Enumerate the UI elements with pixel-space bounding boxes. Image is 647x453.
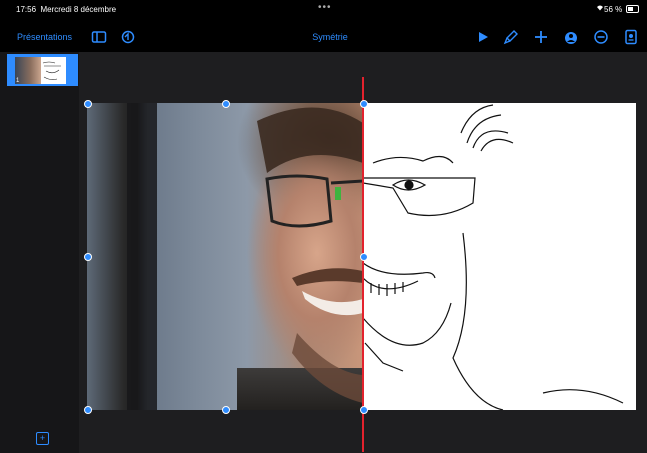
face-photo-details xyxy=(257,107,363,403)
status-bar: 17:56 Mercredi 8 décembre ••• 56 % xyxy=(0,0,647,18)
resize-handle-bottom-right[interactable] xyxy=(360,406,368,414)
drawing-right-half[interactable] xyxy=(363,103,636,410)
slide-number: 1 xyxy=(16,78,20,84)
status-time-date: 17:56 Mercredi 8 décembre xyxy=(16,5,117,14)
slide-canvas[interactable] xyxy=(79,52,647,453)
resize-handle-top-center[interactable] xyxy=(222,100,230,108)
toolbar: Présentations Symétrie xyxy=(0,18,647,52)
resize-handle-bottom-center[interactable] xyxy=(222,406,230,414)
resize-handle-middle-left[interactable] xyxy=(84,253,92,261)
add-icon[interactable] xyxy=(532,28,550,46)
wifi-icon xyxy=(596,4,604,13)
thumbnail-drawing xyxy=(42,61,61,80)
resize-handle-bottom-left[interactable] xyxy=(84,406,92,414)
slide-thumbnail-image[interactable]: 1 xyxy=(15,57,66,84)
symmetry-guide-line[interactable] xyxy=(362,77,364,452)
slide-navigator: 1 + xyxy=(0,52,79,453)
resize-handle-top-right[interactable] xyxy=(360,100,368,108)
presentations-button[interactable]: Présentations xyxy=(17,32,72,42)
face-line-drawing xyxy=(363,104,624,410)
play-icon[interactable] xyxy=(474,28,492,46)
resize-handle-middle-right[interactable] xyxy=(360,253,368,261)
sidebar-icon[interactable] xyxy=(90,28,108,46)
share-icon[interactable] xyxy=(562,28,580,46)
undo-icon[interactable] xyxy=(119,28,137,46)
slide-thumbnail-selected[interactable]: 1 xyxy=(7,54,78,86)
battery-level: 56 % xyxy=(604,5,623,14)
battery-icon xyxy=(626,5,639,13)
resize-handle-top-left[interactable] xyxy=(84,100,92,108)
add-slide-button[interactable]: + xyxy=(36,432,49,445)
document-icon[interactable] xyxy=(622,28,640,46)
more-icon[interactable] xyxy=(592,28,610,46)
photo-left-half[interactable] xyxy=(87,103,367,410)
document-title[interactable]: Symétrie xyxy=(300,32,360,42)
brush-icon[interactable] xyxy=(502,28,520,46)
multitask-dots[interactable]: ••• xyxy=(318,2,332,13)
